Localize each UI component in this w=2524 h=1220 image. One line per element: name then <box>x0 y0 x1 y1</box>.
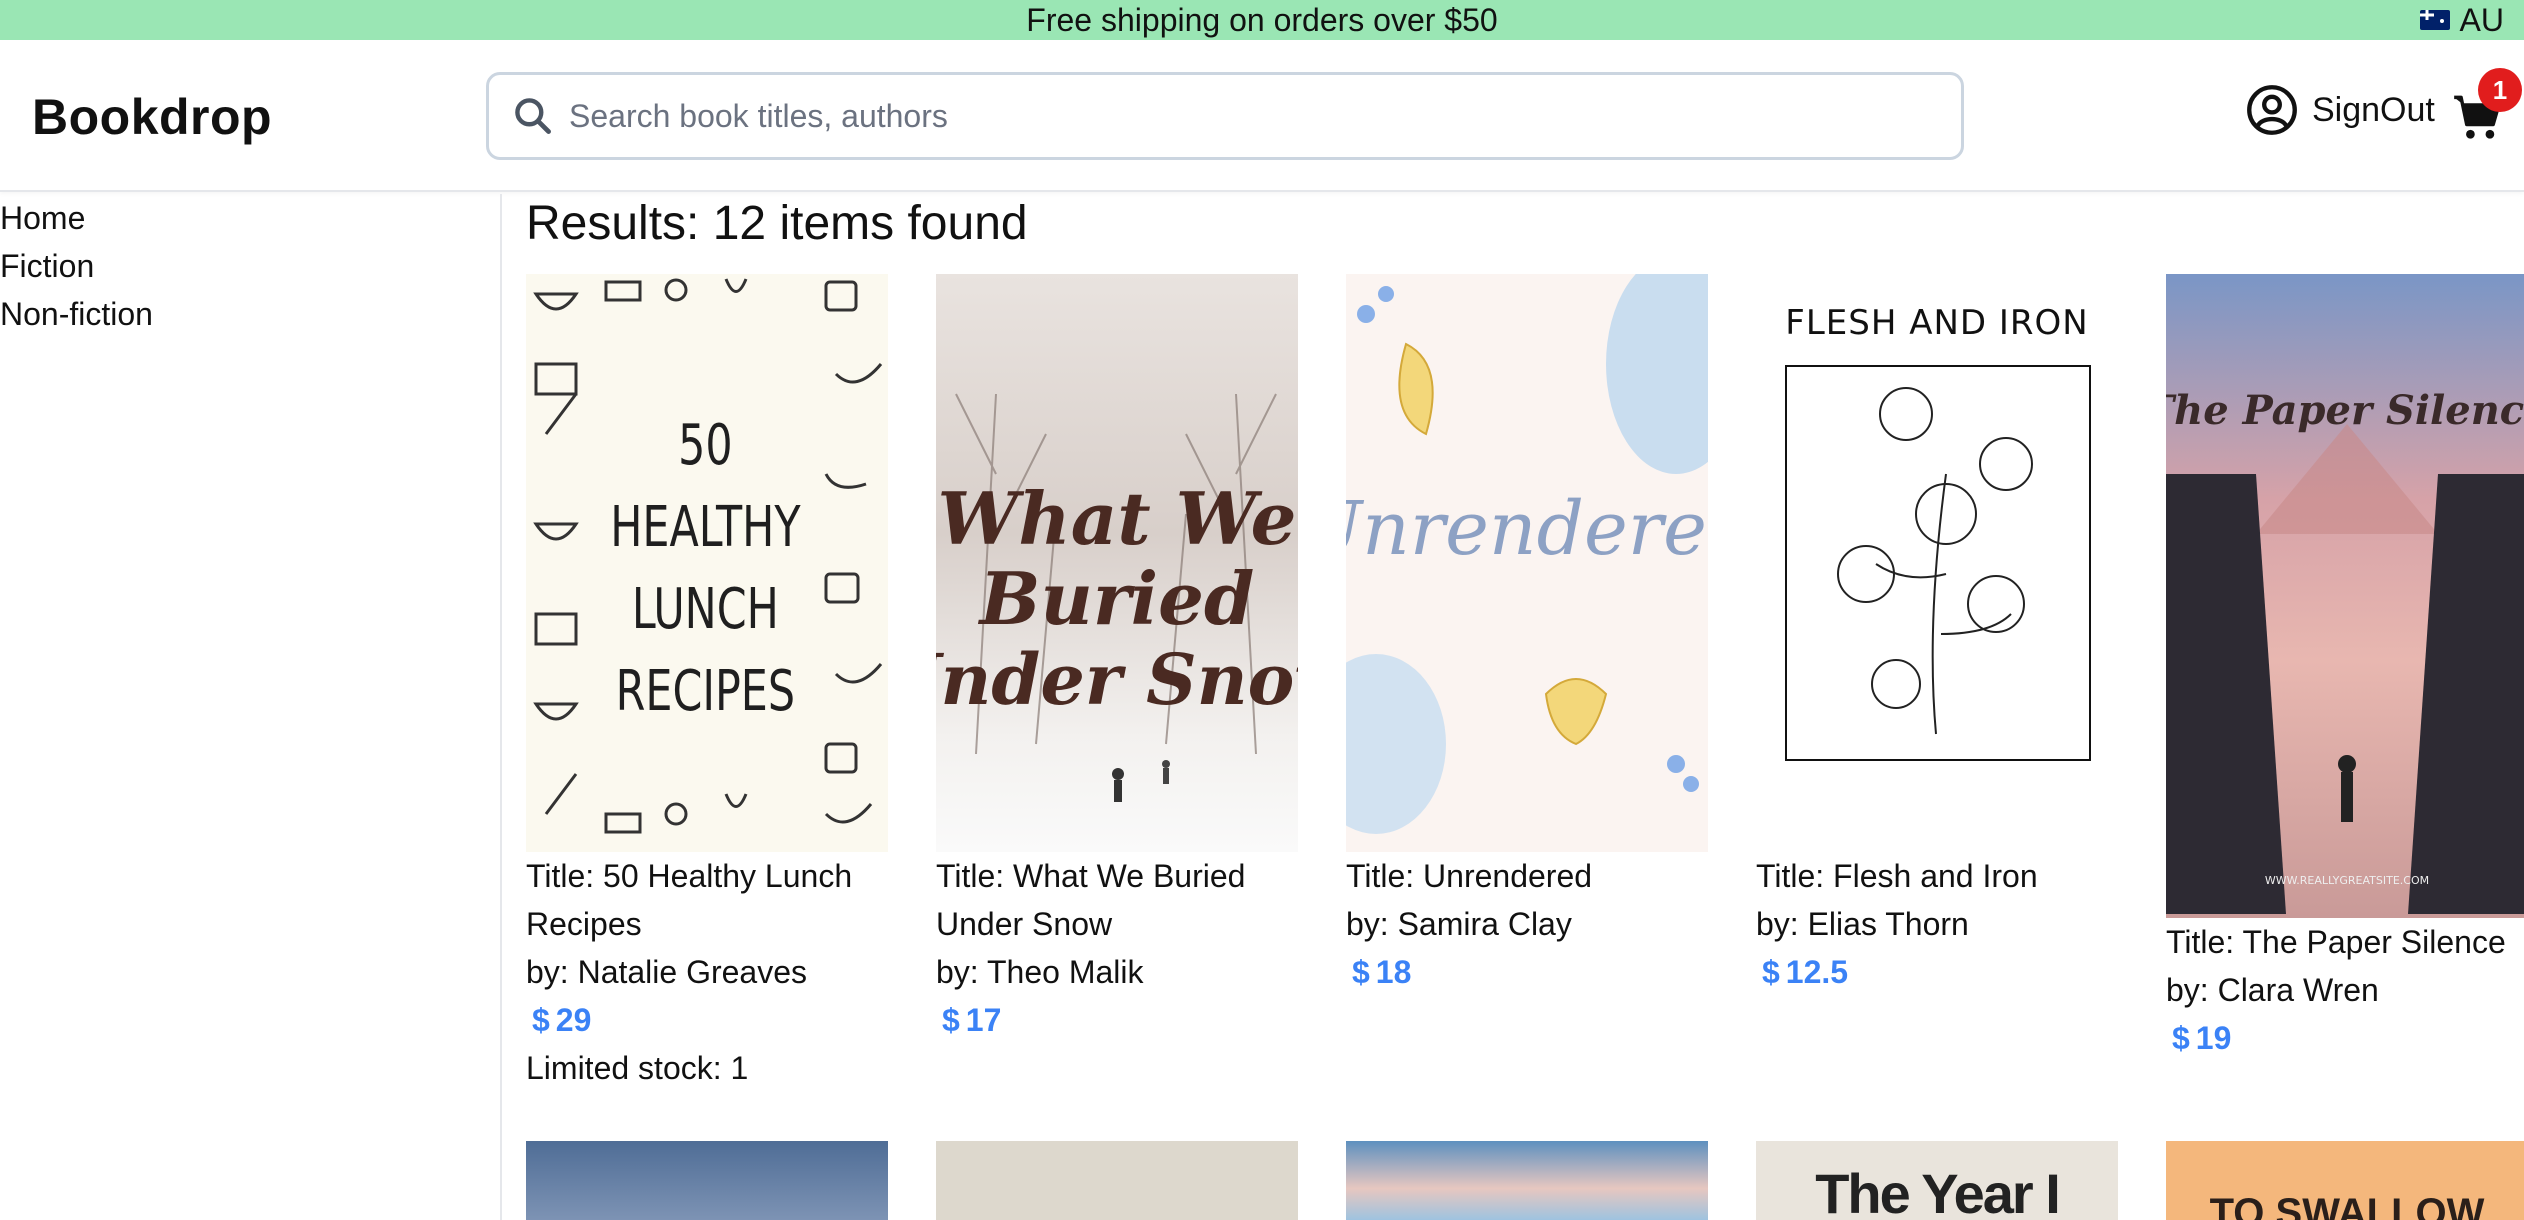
cart-count-badge: 1 <box>2478 68 2522 112</box>
user-icon[interactable] <box>2246 84 2298 136</box>
botanical-line-drawing: FLESH AND IRON <box>1785 303 2091 761</box>
book-cover[interactable]: FLESH AND IRON <box>1756 274 2118 852</box>
price-value: 18 <box>1375 954 1412 990</box>
sidebar-item-non-fiction[interactable]: Non-fiction <box>0 290 500 338</box>
book-card[interactable]: FLESH AND IRON Title: Flesh and Iron by:… <box>1756 274 2118 996</box>
book-author: by: Theo Malik <box>936 954 1144 990</box>
cover-text: TO SWALLOW <box>2209 1191 2485 1220</box>
book-title: Title: Unrendered <box>1346 858 1593 894</box>
signout-link[interactable]: SignOut <box>2312 91 2435 130</box>
price-value: 29 <box>555 1002 592 1038</box>
site-header: Bookdrop SignOut 1 <box>0 40 2524 192</box>
cover-text: 50 <box>678 413 732 478</box>
price-value: 12.5 <box>1785 954 1849 990</box>
kitchen-doodles-pattern: 50 HEALTHY LUNCH RECIPES <box>533 278 883 834</box>
book-price: $12.5 <box>1756 948 2118 996</box>
results-count: Results: 12 items found <box>526 197 1028 250</box>
book-cover[interactable] <box>1346 1141 1708 1220</box>
book-card[interactable]: The Paper Silence WWW.REALLYGREATSITE.CO… <box>2166 274 2524 1062</box>
cover-text: Buried <box>978 556 1255 641</box>
stock-status: Limited stock: 1 <box>526 1050 749 1086</box>
book-card[interactable]: Unrendered Title: Unrendered by: Samira … <box>1346 274 1708 996</box>
cover-text: What We <box>938 476 1297 561</box>
book-card[interactable]: 50 HEALTHY LUNCH RECIPES Title: 50 Healt… <box>526 274 888 1092</box>
book-author: by: Samira Clay <box>1346 906 1572 942</box>
book-price: $29 <box>526 996 888 1044</box>
cover-text: The Year I <box>1815 1162 2061 1220</box>
cover-text: FLESH AND IRON <box>1785 303 2088 343</box>
book-author: by: Elias Thorn <box>1756 906 1969 942</box>
search-bar[interactable] <box>486 72 1964 160</box>
cover-text: Under Snow <box>936 638 1298 721</box>
site-logo[interactable]: Bookdrop <box>32 88 272 146</box>
book-price: $18 <box>1346 948 1708 996</box>
cover-text: LUNCH <box>632 577 779 642</box>
currency-symbol: $ <box>532 1002 550 1038</box>
book-title-cont: Recipes <box>526 906 642 942</box>
sidebar-item-fiction[interactable]: Fiction <box>0 242 500 290</box>
book-title: Title: The Paper Silence <box>2166 924 2506 960</box>
book-card[interactable]: What We Buried Under Snow Title: What We… <box>936 274 1298 1044</box>
book-title: Title: What We Buried <box>936 858 1246 894</box>
book-cover[interactable] <box>526 1141 888 1220</box>
cover-text: WWW.REALLYGREATSITE.COM <box>2265 874 2429 887</box>
search-input[interactable] <box>555 76 1961 156</box>
cover-text: HEALTHY <box>610 495 801 560</box>
book-price: $17 <box>936 996 1298 1044</box>
announcement-text: Free shipping on orders over $50 <box>1026 1 1498 38</box>
book-title: Title: Flesh and Iron <box>1756 858 2038 894</box>
book-author: by: Clara Wren <box>2166 972 2379 1008</box>
book-cover[interactable]: TO SWALLOW <box>2166 1141 2524 1220</box>
region-selector[interactable]: AU <box>2419 0 2504 40</box>
book-cover[interactable]: What We Buried Under Snow <box>936 274 1298 852</box>
cover-text: Unrendered <box>1346 486 1708 572</box>
book-cover[interactable] <box>936 1141 1298 1220</box>
price-value: 17 <box>965 1002 1002 1038</box>
australia-flag-icon <box>2419 10 2450 30</box>
book-title: Title: 50 Healthy Lunch <box>526 858 853 894</box>
book-author: by: Natalie Greaves <box>526 954 808 990</box>
account-area[interactable]: SignOut <box>2246 84 2435 136</box>
category-sidebar: Home Fiction Non-fiction <box>0 194 502 1220</box>
snowy-trees-illustration: What We Buried Under Snow <box>936 393 1298 802</box>
book-cover[interactable]: Unrendered <box>1346 274 1708 852</box>
temple-gate-illustration: The Paper Silence WWW.REALLYGREATSITE.CO… <box>2166 387 2524 914</box>
book-cover[interactable]: The Paper Silence WWW.REALLYGREATSITE.CO… <box>2166 274 2524 918</box>
book-cover[interactable]: 50 HEALTHY LUNCH RECIPES <box>526 274 888 852</box>
sidebar-item-home[interactable]: Home <box>0 194 500 242</box>
cover-text: The Paper Silence <box>2166 387 2524 434</box>
currency-symbol: $ <box>1352 954 1370 990</box>
currency-symbol: $ <box>2172 1020 2190 1056</box>
book-cover[interactable]: The Year I <box>1756 1141 2118 1220</box>
currency-symbol: $ <box>942 1002 960 1038</box>
book-price: $19 <box>2166 1014 2524 1062</box>
search-icon <box>515 98 551 134</box>
book-title-cont: Under Snow <box>936 906 1113 942</box>
currency-symbol: $ <box>1762 954 1780 990</box>
region-label: AU <box>2459 1 2504 38</box>
floral-watercolor-illustration: Unrendered <box>1346 274 1708 834</box>
announcement-bar: Free shipping on orders over $50 AU <box>0 0 2524 40</box>
price-value: 19 <box>2195 1020 2232 1056</box>
cart-button[interactable]: 1 <box>2452 68 2522 144</box>
cover-text: RECIPES <box>616 659 795 724</box>
